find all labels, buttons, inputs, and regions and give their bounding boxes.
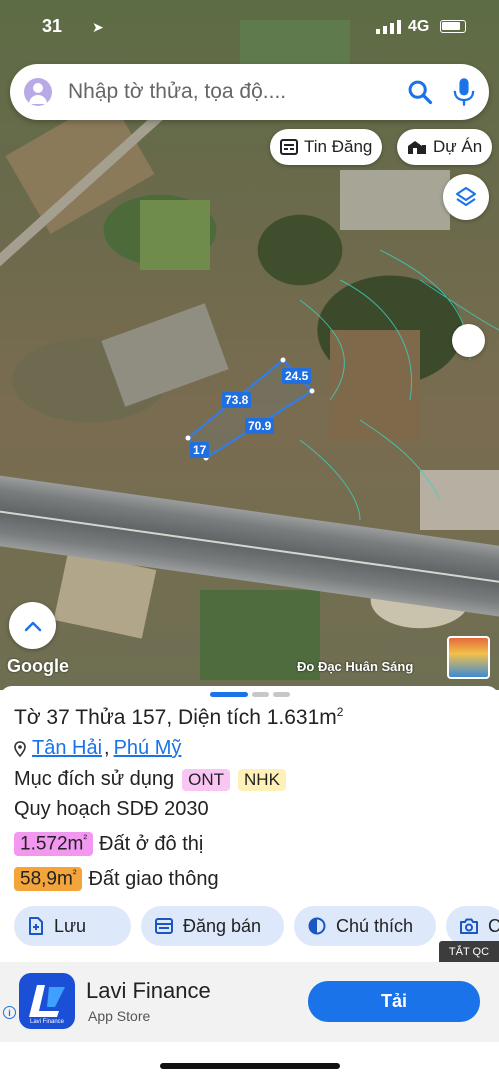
land-use-tag-nhk: NHK	[238, 768, 286, 791]
chevron-up-icon	[24, 621, 41, 631]
contrast-icon	[308, 917, 326, 935]
newspaper-icon	[280, 139, 298, 155]
land-use-tag-ont: ONT	[182, 768, 231, 791]
ad-store-name: App Store	[88, 1008, 151, 1024]
location-separator: ,	[104, 737, 110, 759]
pager-dot[interactable]	[273, 692, 290, 697]
status-time: 31	[42, 16, 63, 36]
avatar[interactable]	[24, 78, 52, 106]
search-icon[interactable]	[406, 78, 434, 106]
ad-thumbnail[interactable]	[447, 636, 490, 679]
ad-info-icon[interactable]: i	[3, 1006, 16, 1019]
buildings-icon	[408, 141, 426, 154]
location-pin-icon	[14, 740, 26, 757]
ward-link[interactable]: Tân Hải	[32, 737, 102, 760]
ad-app-name[interactable]: Lavi Finance	[86, 978, 211, 1004]
district-link[interactable]: Phú Mỹ	[114, 737, 182, 760]
action-buttons: Lưu Đăng bán Chú thích C	[14, 906, 499, 946]
search-input[interactable]	[68, 76, 388, 108]
post-for-sale-button[interactable]: Đăng bán	[141, 906, 284, 946]
projects-chip-label: Dự Án	[433, 137, 483, 156]
save-button[interactable]: Lưu	[14, 906, 131, 946]
area-value: 58,9m²	[14, 867, 83, 892]
map-credit: Đo Đạc Huân Sáng	[297, 659, 414, 674]
legend-label: Chú thích	[336, 915, 414, 936]
plan-label: Quy hoạch SDĐ 2030	[14, 798, 209, 820]
app-icon[interactable]: Lavi Finance	[19, 973, 75, 1029]
add-file-icon	[29, 917, 43, 935]
app-icon-brand: Lavi Finance	[29, 1019, 65, 1025]
area-label: Đất ở đô thị	[99, 832, 204, 855]
microphone-icon[interactable]	[450, 76, 478, 108]
news-listings-chip[interactable]: Tin Đăng	[270, 129, 383, 165]
save-label: Lưu	[54, 915, 87, 936]
projects-chip[interactable]: Dự Án	[397, 129, 493, 165]
dimension-bottom-label: 70.9	[245, 418, 275, 434]
legend-button[interactable]: Chú thích	[294, 906, 436, 946]
pager-dot-active[interactable]	[210, 692, 248, 697]
status-bar: 31 ➤ 4G	[0, 0, 499, 52]
search-bar[interactable]	[10, 64, 489, 120]
sheet-pager[interactable]	[210, 692, 290, 697]
camera-button[interactable]: C	[446, 906, 499, 946]
post-label: Đăng bán	[183, 915, 262, 936]
parcel-location: Tân Hải , Phú Mỹ	[14, 737, 181, 760]
dimension-right-label: 24.5	[282, 368, 312, 384]
signal-icon	[376, 20, 401, 34]
news-chip-label: Tin Đăng	[304, 137, 373, 156]
area-value: 1.572m²	[14, 832, 94, 857]
battery-icon	[440, 20, 466, 33]
area-row-traffic: 58,9m² Đất giao thông	[14, 867, 219, 892]
parcel-title: Tờ 37 Thửa 157, Diện tích 1.631m2	[14, 705, 344, 729]
land-use-label: Mục đích sử dụng	[14, 768, 175, 790]
expand-up-button[interactable]	[9, 602, 56, 649]
layers-button[interactable]	[443, 174, 489, 220]
home-indicator[interactable]	[160, 1063, 340, 1069]
install-button[interactable]: Tải	[308, 981, 480, 1022]
google-logo: Google	[7, 656, 69, 676]
camera-icon	[460, 918, 478, 934]
land-use-row: Mục đích sử dụng ONT NHK	[14, 768, 286, 791]
dimension-top-label: 73.8	[222, 392, 252, 408]
ad-banner[interactable]: i Lavi Finance Lavi Finance App Store Tả…	[0, 962, 499, 1042]
layers-icon	[456, 187, 476, 206]
location-arrow-icon: ➤	[92, 19, 104, 35]
network-type: 4G	[408, 18, 430, 35]
map-control-dot[interactable]	[452, 324, 485, 357]
listing-icon	[155, 918, 173, 934]
area-row-urban: 1.572m² Đất ở đô thị	[14, 832, 204, 857]
dimension-left-label: 17	[190, 442, 210, 458]
close-ads-button[interactable]: TẮT QC	[439, 941, 499, 962]
parcel-info-sheet: Tờ 37 Thửa 157, Diện tích 1.631m2 Tân Hả…	[0, 686, 499, 962]
pager-dot[interactable]	[252, 692, 269, 697]
map-view[interactable]: 73.8 24.5 70.9 17 31 ➤ 4G Nhập tờ thửa, …	[0, 0, 499, 690]
area-label: Đất giao thông	[88, 867, 219, 890]
camera-label: C	[488, 915, 499, 936]
